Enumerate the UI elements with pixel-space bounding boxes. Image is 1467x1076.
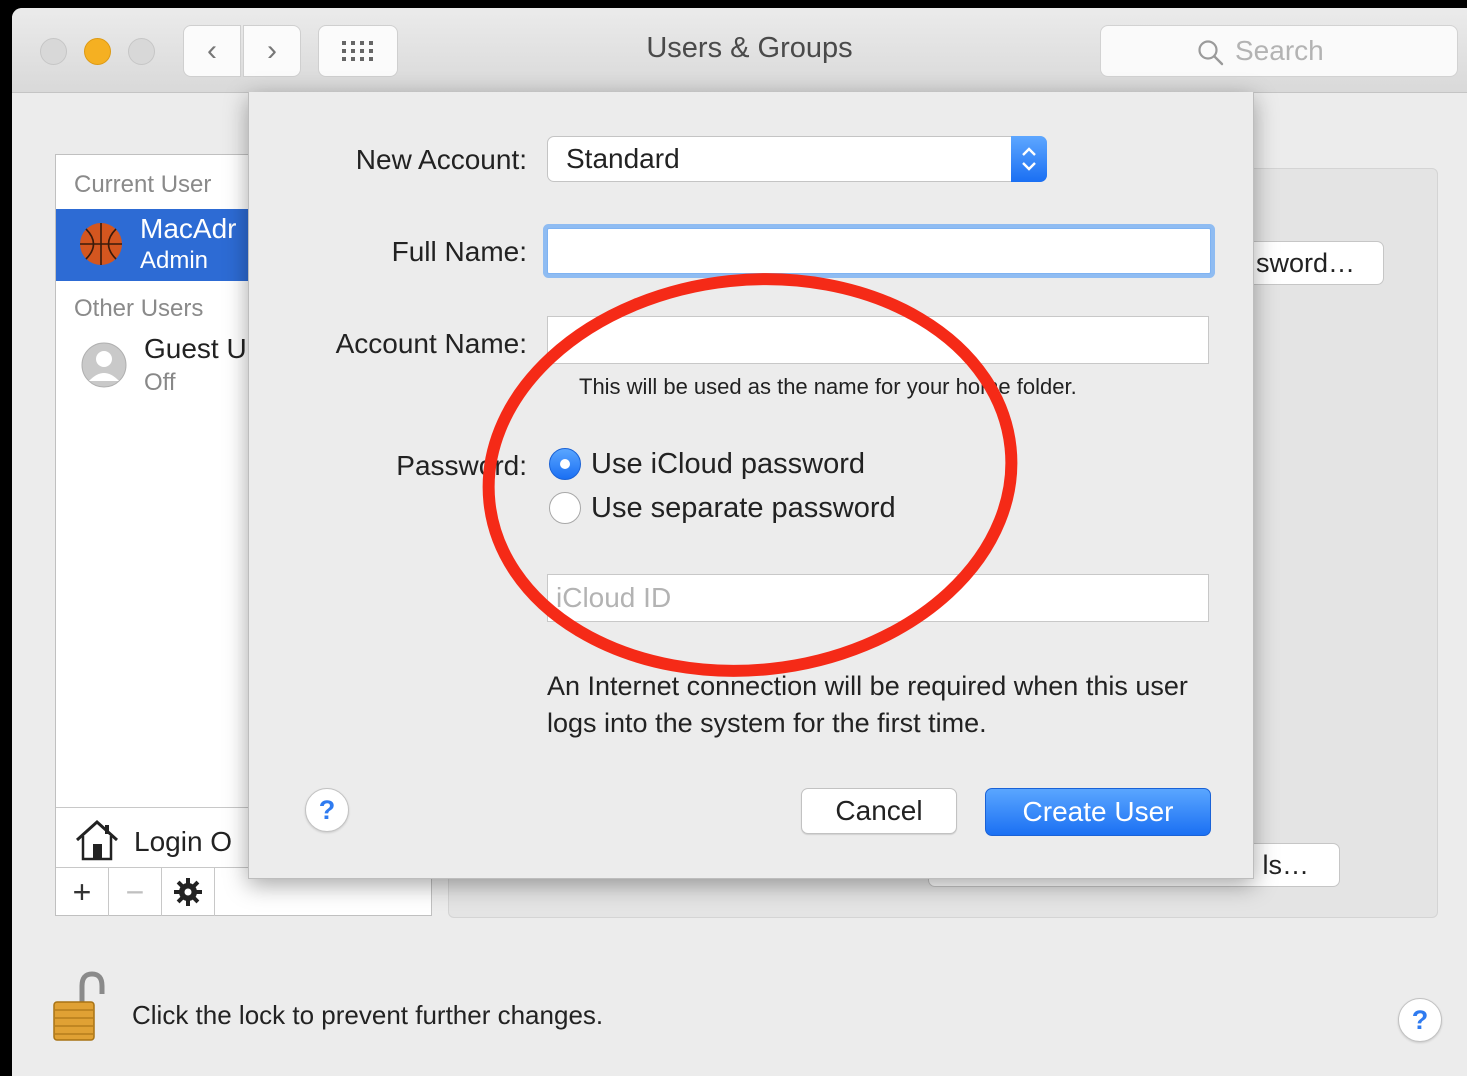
use-icloud-password-label[interactable]: Use iCloud password	[591, 448, 865, 481]
icloud-id-placeholder: iCloud ID	[556, 582, 672, 613]
new-account-label: New Account:	[355, 144, 527, 175]
account-name-label: Account Name:	[335, 328, 527, 359]
parental-controls-label: ls…	[1262, 850, 1310, 880]
new-account-sheet: New Account: Standard Full Name: Account…	[248, 92, 1254, 879]
house-icon	[75, 819, 119, 861]
account-name-hint: This will be used as the name for your h…	[579, 374, 1077, 399]
full-name-label: Full Name:	[391, 236, 527, 267]
current-user-header: Current User	[74, 171, 212, 198]
password-label: Password:	[396, 450, 527, 481]
login-options-label: Login O	[134, 826, 233, 857]
user-silhouette-icon	[81, 342, 127, 388]
guest-user-name: Guest U	[144, 333, 247, 364]
create-user-button[interactable]: Create User	[985, 788, 1211, 836]
select-stepper	[1011, 136, 1047, 182]
help-button[interactable]: ?	[1398, 998, 1442, 1042]
action-menu-button[interactable]	[162, 868, 215, 916]
use-icloud-password-radio[interactable]	[549, 448, 581, 480]
icloud-id-field[interactable]: iCloud ID	[547, 574, 1209, 622]
gear-icon	[174, 878, 202, 906]
cancel-button[interactable]: Cancel	[801, 788, 957, 834]
users-groups-window: ‹ › Users & Groups Search Current User M…	[12, 8, 1467, 1076]
question-mark-icon: ?	[318, 794, 336, 825]
sheet-help-button[interactable]: ?	[305, 788, 349, 832]
change-password-label: sword…	[1255, 248, 1355, 278]
internet-connection-note: An Internet connection will be required …	[547, 671, 1188, 738]
full-name-field[interactable]	[547, 228, 1211, 274]
plus-icon: +	[72, 873, 92, 910]
account-name-field[interactable]	[547, 316, 1209, 364]
lock-message: Click the lock to prevent further change…	[132, 1000, 604, 1030]
minus-icon: −	[125, 873, 145, 910]
other-users-header: Other Users	[74, 295, 204, 322]
add-user-button[interactable]: +	[56, 868, 109, 916]
basketball-avatar-icon	[80, 223, 122, 265]
question-mark-icon: ?	[1411, 1004, 1429, 1035]
use-separate-password-label[interactable]: Use separate password	[591, 492, 896, 525]
current-user-name: MacAdr	[140, 213, 237, 244]
title-bar: ‹ › Users & Groups Search	[12, 8, 1467, 93]
up-down-chevron-icon	[1022, 147, 1036, 171]
account-type-value: Standard	[566, 143, 680, 174]
unlocked-padlock-icon[interactable]	[52, 968, 108, 1042]
remove-user-button[interactable]: −	[109, 868, 162, 916]
use-separate-password-radio[interactable]	[549, 492, 581, 524]
search-placeholder: Search	[1235, 35, 1324, 66]
search-input[interactable]: Search	[1100, 25, 1458, 77]
guest-user-status: Off	[144, 369, 176, 396]
current-user-role: Admin	[140, 247, 209, 274]
search-icon	[1198, 40, 1224, 66]
account-type-select[interactable]: Standard	[547, 136, 1047, 182]
